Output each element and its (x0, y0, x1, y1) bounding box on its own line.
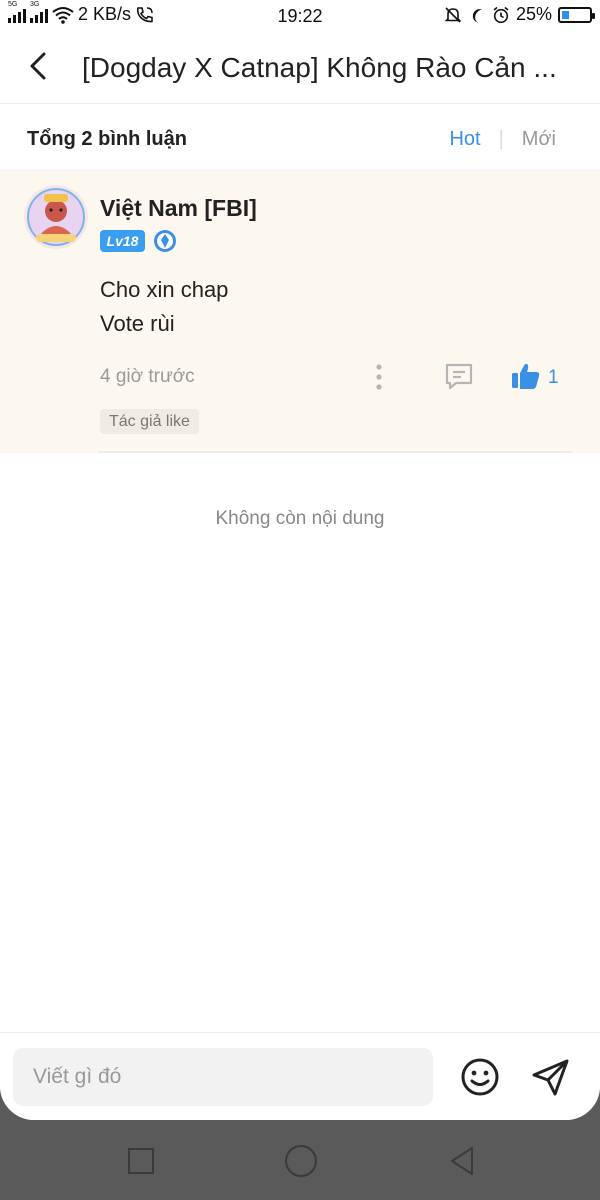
end-of-content-message: Không còn nội dung (215, 508, 385, 529)
like-count: 1 (548, 367, 559, 388)
battery-icon (558, 6, 595, 23)
app-screen: 5G 3G 2 KB/s 19:22 25% [Dogday X Catnap]… (0, 0, 600, 1120)
comment-input[interactable] (13, 1048, 433, 1106)
comment-count: Tổng 2 bình luận (27, 128, 187, 150)
level-badge: Lv18 (100, 230, 145, 252)
diamond-badge-icon (154, 230, 176, 252)
moon-icon (472, 8, 483, 23)
comment-item: Việt Nam [FBI] Lv18 Cho xin chap Vote rù… (0, 171, 600, 453)
author-liked-tag: Tác giả like (100, 409, 199, 434)
comment-line: Vote rùi (100, 311, 175, 336)
top-header: [Dogday X Catnap] Không Rào Cản ... (0, 32, 600, 104)
home-icon[interactable] (285, 1145, 317, 1177)
thumbs-up-icon[interactable] (510, 361, 542, 391)
system-navigation-bar (0, 1120, 600, 1200)
avatar[interactable] (24, 185, 88, 249)
mute-bell-icon (444, 6, 462, 23)
comment-time: 4 giờ trước (100, 366, 195, 387)
sort-tabs: Hot | Mới (449, 128, 556, 151)
comment-line: Cho xin chap (100, 277, 229, 302)
tab-new[interactable]: Mới (522, 128, 556, 151)
tab-hot[interactable]: Hot (449, 128, 480, 151)
page-title: [Dogday X Catnap] Không Rào Cản ... (82, 52, 557, 83)
comment-username[interactable]: Việt Nam [FBI] (100, 195, 257, 222)
comment-input-bar (0, 1032, 600, 1120)
sort-separator: | (498, 128, 504, 150)
battery-percent: 25% (515, 4, 552, 24)
comment-text: Cho xin chap Vote rùi (100, 273, 228, 341)
status-bar: 5G 3G 2 KB/s 19:22 25% (0, 0, 600, 32)
reply-icon[interactable] (443, 361, 475, 391)
emoji-icon[interactable] (459, 1056, 501, 1098)
back-arrow-icon[interactable] (20, 48, 56, 84)
divider (98, 451, 572, 453)
send-icon[interactable] (529, 1056, 571, 1098)
recent-apps-icon[interactable] (128, 1148, 154, 1174)
more-options-icon[interactable] (372, 363, 386, 391)
comments-header: Tổng 2 bình luận Hot | Mới (0, 104, 600, 171)
alarm-icon (493, 6, 509, 23)
back-triangle-icon[interactable] (448, 1145, 476, 1177)
